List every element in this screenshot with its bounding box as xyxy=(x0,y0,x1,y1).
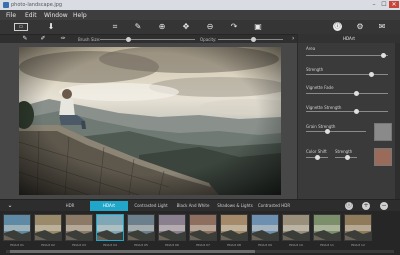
preset-thumbnail-caption: HDArt 07 xyxy=(196,243,210,247)
menu-file[interactable]: File xyxy=(6,12,16,19)
menu-bar: File Edit Window Help xyxy=(0,10,400,20)
preset-thumbnail-caption: HDArt 11 xyxy=(320,243,334,247)
panel-scrollbar[interactable] xyxy=(395,43,400,199)
adjustment-panel: HDArt Area Strength Vignette Fade Vignet… xyxy=(297,34,400,199)
tab-hdr[interactable]: HDR xyxy=(60,201,80,211)
brush-icon[interactable]: ✎ xyxy=(133,22,143,32)
compare-icon[interactable]: ▣ xyxy=(253,22,263,32)
save-icon[interactable]: ⬇ xyxy=(46,22,56,32)
preset-thumbnail-caption: HDArt 02 xyxy=(41,243,55,247)
preset-thumbnail[interactable] xyxy=(65,214,93,241)
preset-thumbnail-caption: HDArt 05 xyxy=(134,243,148,247)
menu-edit[interactable]: Edit xyxy=(25,12,37,19)
color-shift-label: Color Shift xyxy=(306,149,327,154)
brush-size-knob[interactable] xyxy=(126,37,131,42)
opacity-label: Opacity: xyxy=(200,37,217,42)
vignette-fade-slider[interactable] xyxy=(306,93,388,94)
menu-window[interactable]: Window xyxy=(44,12,68,19)
brush-size-slider[interactable] xyxy=(100,39,195,40)
preset-thumbnail[interactable] xyxy=(96,214,124,241)
strength-knob[interactable] xyxy=(369,72,375,77)
app-window: photo-landscape.jpg – ☐ ✕ File Edit Wind… xyxy=(0,0,400,255)
vignette-fade-label: Vignette Fade xyxy=(306,85,334,90)
maximize-button[interactable]: ☐ xyxy=(379,1,389,8)
preset-thumbnail-caption: HDArt 03 xyxy=(72,243,86,247)
info-icon[interactable]: ⓘ xyxy=(333,22,342,31)
grain-color-swatch[interactable] xyxy=(374,123,392,141)
share-icon[interactable]: ✉ xyxy=(377,22,387,32)
add-preset-icon[interactable]: + xyxy=(362,202,370,210)
color-shift-swatch[interactable] xyxy=(374,148,392,166)
preset-thumbnail[interactable] xyxy=(251,214,279,241)
preset-thumbnail[interactable] xyxy=(158,214,186,241)
color-shift-knob[interactable] xyxy=(314,155,320,160)
area-label: Area xyxy=(306,46,316,51)
app-icon xyxy=(3,2,9,8)
tab-contrasted-light[interactable]: Contrasted Light xyxy=(130,201,172,211)
tab-black-and-white[interactable]: Black And White xyxy=(173,201,213,211)
preset-thumbnail[interactable] xyxy=(220,214,248,241)
close-button[interactable]: ✕ xyxy=(389,1,399,8)
title-bar: photo-landscape.jpg – ☐ ✕ xyxy=(0,0,400,10)
collapse-chevron-icon[interactable]: ⌄ xyxy=(5,200,15,210)
preset-thumbnail[interactable] xyxy=(282,214,310,241)
preset-thumbnail[interactable] xyxy=(127,214,155,241)
preset-thumbnail[interactable] xyxy=(189,214,217,241)
preset-thumbnail-caption: HDArt 12 xyxy=(351,243,365,247)
vignette-fade-knob[interactable] xyxy=(354,91,360,96)
vignette-strength-slider[interactable] xyxy=(306,111,388,112)
photo-canvas[interactable] xyxy=(19,47,281,195)
area-knob[interactable] xyxy=(381,53,387,58)
window-title: photo-landscape.jpg xyxy=(11,2,63,8)
panel-header: HDArt xyxy=(298,34,400,43)
settings-icon[interactable]: ⚙ xyxy=(355,22,365,32)
toolbar: ▭ ⬇ ⌗ ✎ ⊕ ✥ ⊖ ↷ ▣ ⓘ ⚙ ✉ xyxy=(0,20,400,34)
preset-info-icon[interactable]: ⓘ xyxy=(345,202,353,210)
strength-slider[interactable] xyxy=(306,74,388,75)
grain-strength-slider[interactable] xyxy=(306,131,366,132)
preset-name: HDArt xyxy=(343,36,355,41)
minimize-button[interactable]: – xyxy=(369,1,379,8)
vignette-strength-label: Vignette Strength xyxy=(306,105,342,110)
preset-thumbnail-caption: HDArt 06 xyxy=(165,243,179,247)
image-view-icon[interactable]: ▭ xyxy=(14,23,28,31)
thumbnail-scroll-thumb[interactable] xyxy=(10,250,255,253)
color-shift-strength-knob[interactable] xyxy=(344,155,350,160)
tab-contrasted-hdr[interactable]: Contrasted HDR xyxy=(256,201,292,211)
color-shift-strength-label: Strength xyxy=(335,149,353,154)
menu-help[interactable]: Help xyxy=(73,12,87,19)
preset-thumbnail[interactable] xyxy=(34,214,62,241)
preset-thumbnail-strip: HDArt 01 HDArt 02 HDArt 03 HDArt 04 HDArt 05… xyxy=(0,211,400,255)
preset-thumbnail-caption: HDArt 09 xyxy=(258,243,272,247)
zoom-in-icon[interactable]: ⊕ xyxy=(157,22,167,32)
brush-size-label: Brush Size: xyxy=(78,37,101,42)
tab-shadows-lights[interactable]: Shadows & Lights xyxy=(214,201,256,211)
redo-icon[interactable]: ↷ xyxy=(229,22,239,32)
zoom-out-icon[interactable]: ⊖ xyxy=(205,22,215,32)
move-icon[interactable]: ✥ xyxy=(181,22,191,32)
preset-thumbnail[interactable] xyxy=(3,214,31,241)
crop-icon[interactable]: ⌗ xyxy=(110,22,120,32)
opacity-knob[interactable] xyxy=(251,37,257,42)
grain-strength-label: Grain Strength xyxy=(306,124,336,129)
remove-preset-icon[interactable]: − xyxy=(380,202,388,210)
thumbnail-scrollbar[interactable] xyxy=(6,250,394,253)
preset-thumbnail-caption: HDArt 08 xyxy=(227,243,241,247)
grain-strength-knob[interactable] xyxy=(324,129,330,134)
preset-thumbnail-caption: HDArt 04 xyxy=(103,243,117,247)
tab-hdart[interactable]: HDArt xyxy=(90,201,128,211)
area-slider[interactable] xyxy=(306,55,388,56)
expand-panel-icon[interactable]: › xyxy=(292,35,294,42)
preset-thumbnail[interactable] xyxy=(344,214,372,241)
preset-thumbnail-caption: HDArt 01 xyxy=(10,243,24,247)
preset-thumbnail[interactable] xyxy=(313,214,341,241)
vignette-strength-knob[interactable] xyxy=(354,109,360,114)
preset-tab-bar: ⌄ HDR HDArt Contrasted Light Black And W… xyxy=(0,199,400,211)
strength-label: Strength xyxy=(306,67,324,72)
preset-thumbnail-caption: HDArt 10 xyxy=(289,243,303,247)
